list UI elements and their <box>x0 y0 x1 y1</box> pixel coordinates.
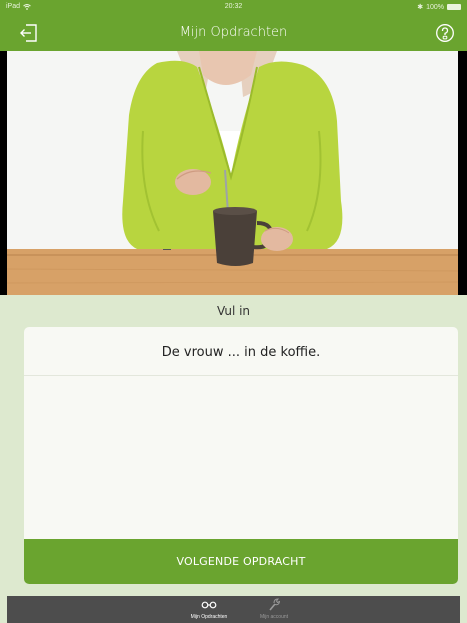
glasses-icon <box>201 601 217 608</box>
status-time: 20:32 <box>224 3 243 10</box>
answer-input-area[interactable] <box>24 376 458 539</box>
nav-bar: Mijn Opdrachten <box>0 16 467 51</box>
tab-my-exercises[interactable]: Mijn Opdrachten <box>179 598 239 620</box>
video-player[interactable] <box>0 51 467 295</box>
help-button[interactable] <box>435 23 455 43</box>
exercise-instruction: Vul in <box>216 304 251 318</box>
battery-percentage: 100% <box>426 3 444 11</box>
status-right: ✱ 100% <box>417 3 461 11</box>
wrench-icon <box>269 598 280 611</box>
video-frame <box>7 51 458 295</box>
tab-label: Mijn Opdrachten <box>190 614 228 620</box>
tab-my-account[interactable]: Mijn account <box>244 598 304 620</box>
exercise-card: De vrouw ... in de koffie. VOLGENDE OPDR… <box>24 327 458 584</box>
help-icon <box>436 24 454 42</box>
page-title: Mijn Opdrachten <box>179 25 288 40</box>
bluetooth-icon: ✱ <box>417 4 424 11</box>
next-exercise-button[interactable]: VOLGENDE OPDRACHT <box>24 539 458 584</box>
tab-label: Mijn account <box>259 614 289 620</box>
exercise-sentence: De vrouw ... in de koffie. <box>24 327 458 376</box>
status-bar: iPad 20:32 ✱ 100% <box>0 0 467 16</box>
battery-icon <box>447 4 461 10</box>
tab-bar: Mijn Opdrachten Mijn account <box>7 596 460 623</box>
